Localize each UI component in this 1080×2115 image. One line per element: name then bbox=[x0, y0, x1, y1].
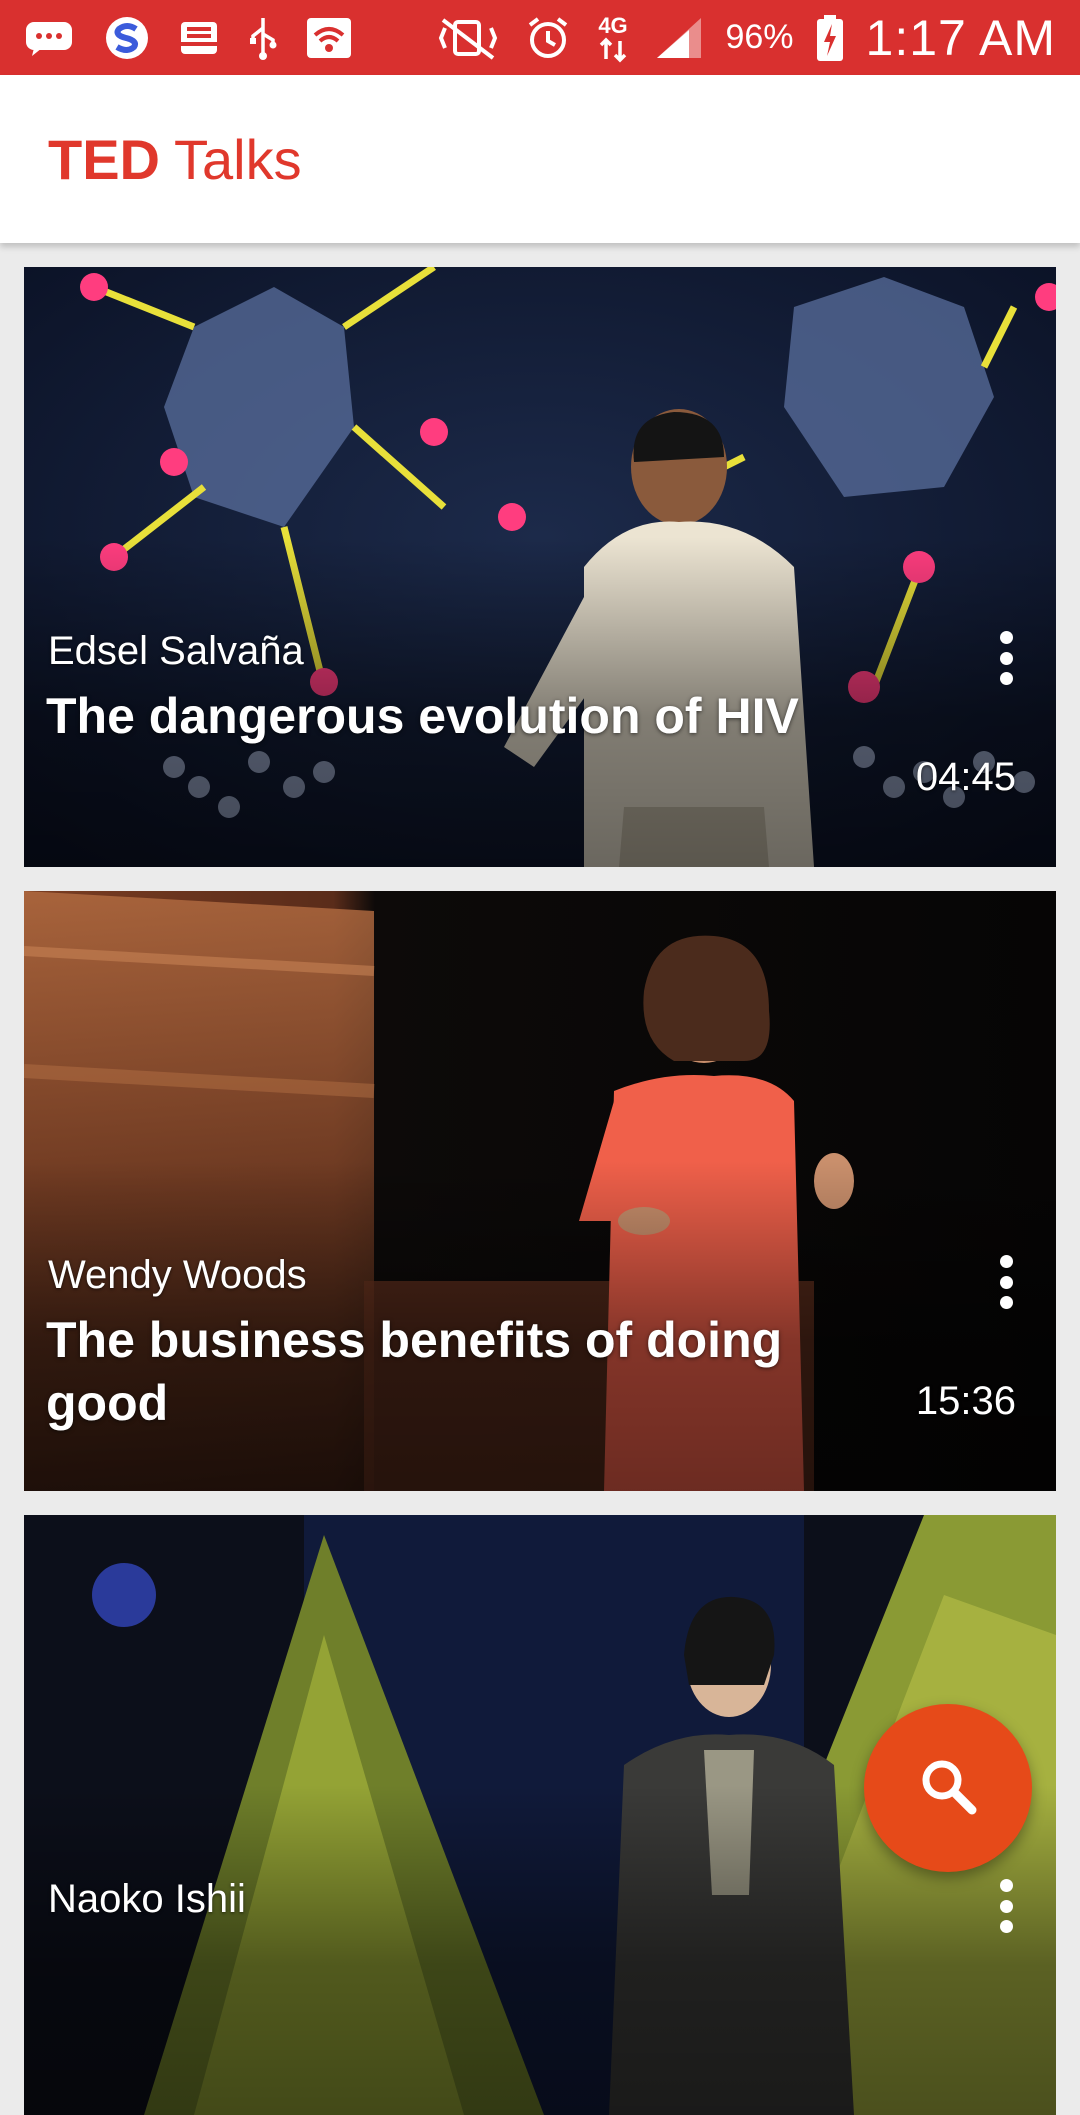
network-4g-label: 4G bbox=[599, 13, 628, 38]
thumbnail-shade bbox=[24, 267, 1056, 867]
more-vert-icon[interactable] bbox=[996, 1879, 1016, 1933]
more-vert-icon[interactable] bbox=[996, 631, 1016, 685]
alarm-icon bbox=[525, 15, 571, 61]
wifi-icon bbox=[306, 17, 352, 59]
more-vert-icon[interactable] bbox=[996, 1255, 1016, 1309]
talk-card[interactable]: Wendy Woods The business benefits of doi… bbox=[24, 891, 1056, 1491]
search-icon bbox=[916, 1754, 980, 1823]
battery-percent: 96% bbox=[725, 18, 794, 56]
speaker-name: Wendy Woods bbox=[48, 1253, 307, 1297]
signal-icon bbox=[655, 16, 703, 60]
talk-title: The dangerous evolution of HIV bbox=[46, 688, 799, 744]
app-brand: TED bbox=[48, 127, 160, 191]
notification-icons bbox=[24, 15, 352, 61]
talk-duration: 04:45 bbox=[915, 755, 1016, 799]
s-logo-icon bbox=[104, 15, 150, 61]
vibrate-mute-icon bbox=[433, 16, 503, 60]
app-title: TED Talks bbox=[48, 127, 302, 192]
messenger-icon bbox=[24, 18, 76, 58]
app-bar: TED Talks bbox=[0, 75, 1080, 243]
status-bar: 4G 96% 1:17 AM bbox=[0, 0, 1080, 75]
clock: 1:17 AM bbox=[865, 9, 1056, 66]
search-fab[interactable] bbox=[864, 1704, 1032, 1872]
inbox-icon bbox=[178, 18, 220, 58]
system-icons: 4G 96% 1:17 AM bbox=[433, 9, 1056, 67]
battery-charging-icon bbox=[816, 14, 844, 62]
speaker-name: Naoko Ishii bbox=[48, 1877, 246, 1921]
talk-title: The business benefits of doing good bbox=[46, 1312, 783, 1431]
network-4g-icon: 4G bbox=[593, 13, 633, 63]
talk-card[interactable]: Edsel Salvaña The dangerous evolution of… bbox=[24, 267, 1056, 867]
usb-icon bbox=[248, 16, 278, 60]
speaker-name: Edsel Salvaña bbox=[48, 629, 304, 673]
app-title-text: Talks bbox=[174, 127, 302, 191]
talk-duration: 15:36 bbox=[915, 1379, 1016, 1423]
